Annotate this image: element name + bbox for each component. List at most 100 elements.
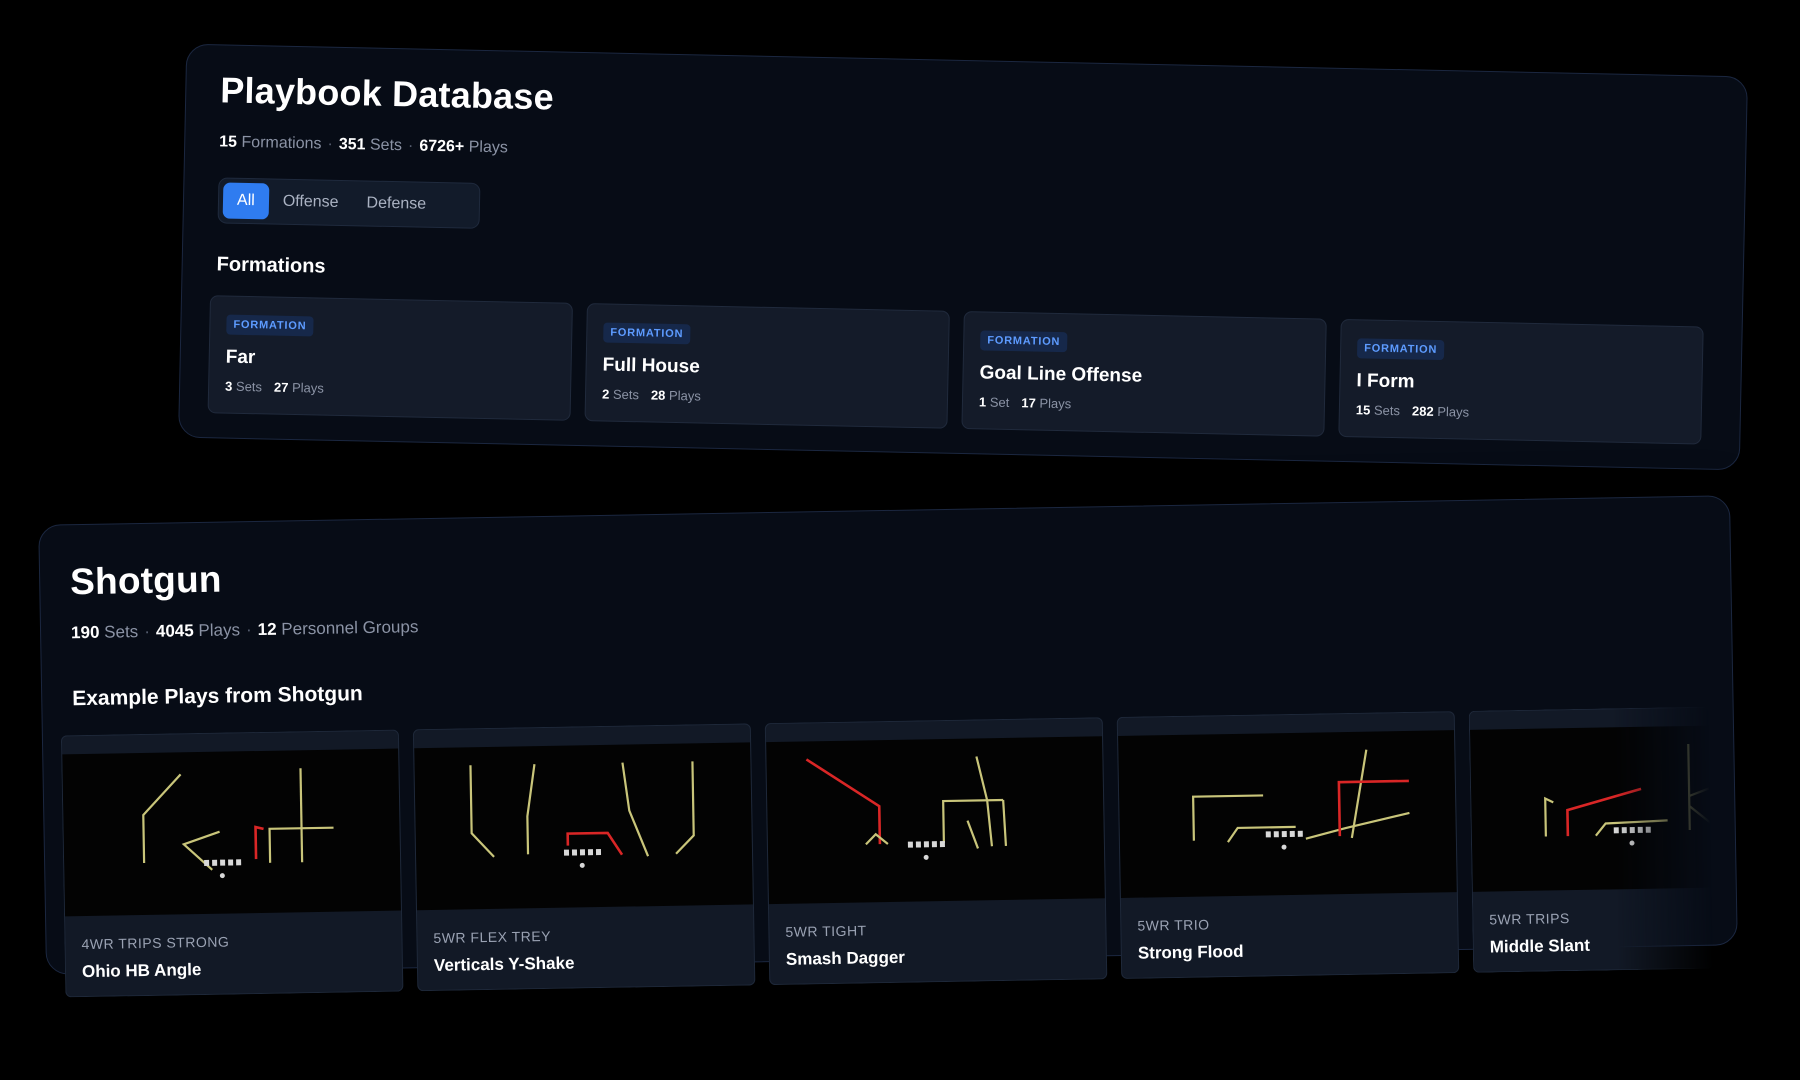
sets-label: Set xyxy=(989,394,1010,411)
plays-label: Plays xyxy=(1437,403,1470,420)
play-name: Verticals Y-Shake xyxy=(433,953,575,975)
play-card-smash-dagger[interactable]: 5WR TIGHT Smash Dagger xyxy=(764,717,1108,986)
route-line xyxy=(1002,799,1008,847)
lineman-marker xyxy=(1265,831,1271,838)
lineman-marker xyxy=(563,849,570,856)
formation-badge: FORMATION xyxy=(226,314,314,337)
lineman-marker xyxy=(204,859,210,866)
sets-label: Sets xyxy=(235,378,263,395)
lineman-marker xyxy=(907,841,913,848)
quarterback-marker xyxy=(219,873,225,879)
route-line-highlight xyxy=(254,825,264,860)
lineman-marker xyxy=(220,859,226,866)
route-line-highlight xyxy=(805,758,882,845)
formations-heading: Formations xyxy=(216,253,326,278)
formation-card-goal-line-offense[interactable]: FORMATION Goal Line Offense 1 Set 17 Play… xyxy=(961,311,1327,437)
stat-label: Personnel Groups xyxy=(281,617,419,639)
example-plays-list: 4WR TRIPS STRONG Ohio HB Angle 5WR FLEX … xyxy=(60,706,1725,998)
formation-card-i-form[interactable]: FORMATION I Form 15 Sets 282 Plays xyxy=(1338,318,1704,445)
quarterback-marker xyxy=(1629,840,1635,846)
shotgun-stats: 190 Sets · 4045 Plays · 12 Personnel Groups xyxy=(71,617,419,643)
formation-card-full-house[interactable]: FORMATION Full House 2 Sets 28 Plays xyxy=(584,303,950,429)
route-line xyxy=(865,832,889,846)
filter-offense-button[interactable]: Offense xyxy=(268,183,352,221)
route-line xyxy=(621,762,650,857)
play-card-verticals-y-shake[interactable]: 5WR FLEX TREY Verticals Y-Shake xyxy=(412,723,756,992)
plays-count: 282 xyxy=(1411,403,1434,419)
quarterback-marker xyxy=(923,854,929,860)
quarterback-marker xyxy=(579,862,585,868)
separator-dot: · xyxy=(327,135,334,153)
play-formation-label: 5WR TRIO xyxy=(1137,916,1210,934)
sets-count: 3 xyxy=(224,378,233,394)
play-formation-label: 5WR FLEX TREY xyxy=(433,927,552,946)
separator-dot: · xyxy=(245,620,252,640)
play-diagram xyxy=(414,742,753,911)
plays-label: Plays xyxy=(668,387,701,404)
formation-meta: 1 Set 17 Plays xyxy=(979,394,1072,411)
separator-dot: · xyxy=(144,621,151,641)
route-line xyxy=(1687,744,1691,831)
formation-meta: 3 Sets 27 Plays xyxy=(225,379,324,396)
route-line xyxy=(1688,805,1713,825)
lineman-marker xyxy=(228,859,234,866)
play-name: Smash Dagger xyxy=(785,947,906,969)
lineman-marker xyxy=(1629,826,1635,834)
formation-name: Goal Line Offense xyxy=(979,362,1143,387)
route-line xyxy=(1305,811,1410,840)
plays-count: 28 xyxy=(650,387,666,403)
stat-value: 190 xyxy=(70,622,100,643)
lineman-marker xyxy=(1621,827,1627,834)
route-line xyxy=(142,773,182,864)
play-diagram xyxy=(1118,730,1457,898)
lineman-marker xyxy=(923,841,929,848)
lineman-marker xyxy=(212,859,218,866)
formation-name: Full House xyxy=(602,354,700,378)
quarterback-marker xyxy=(1281,844,1287,850)
formation-card-far[interactable]: FORMATION Far 3 Sets 27 Plays xyxy=(207,295,573,421)
stat-label: Plays xyxy=(198,620,241,641)
play-card-middle-slant[interactable]: 5WR TRIPS Middle Slant xyxy=(1468,706,1714,973)
sets-count: 15 xyxy=(1355,402,1371,418)
route-line xyxy=(1688,786,1712,798)
route-line xyxy=(1192,794,1264,841)
play-diagram-svg xyxy=(142,768,334,879)
play-diagram xyxy=(1469,725,1713,892)
separator-dot: · xyxy=(407,137,414,155)
filter-defense-button[interactable]: Defense xyxy=(352,185,440,223)
play-formation-label: 5WR TRIPS xyxy=(1489,910,1570,928)
play-diagram-svg xyxy=(805,756,1008,860)
route-line xyxy=(526,764,536,855)
formation-name: I Form xyxy=(1356,370,1415,393)
lineman-marker xyxy=(1637,826,1643,833)
example-plays-heading: Example Plays from Shotgun xyxy=(72,682,363,711)
lineman-marker xyxy=(587,849,594,856)
formation-badge: FORMATION xyxy=(603,322,691,345)
play-diagram-svg xyxy=(1544,744,1713,846)
play-name: Ohio HB Angle xyxy=(81,960,202,982)
route-line xyxy=(1544,796,1554,837)
stat-value: 4045 xyxy=(155,621,194,641)
route-line xyxy=(299,768,304,863)
formation-meta: 2 Sets 28 Plays xyxy=(602,386,701,403)
play-name: Strong Flood xyxy=(1137,941,1244,963)
stat-label: Sets xyxy=(104,622,139,642)
filter-all-button[interactable]: All xyxy=(222,182,270,220)
lineman-marker xyxy=(1281,831,1287,838)
stat-label: Plays xyxy=(468,138,508,157)
play-formation-label: 5WR TIGHT xyxy=(785,922,867,940)
route-line xyxy=(675,761,695,855)
play-card-ohio-hb-angle[interactable]: 4WR TRIPS STRONG Ohio HB Angle xyxy=(60,729,404,998)
play-card-strong-flood[interactable]: 5WR TRIO Strong Flood xyxy=(1116,711,1460,979)
lineman-marker xyxy=(1289,830,1295,838)
sets-count: 2 xyxy=(601,386,610,402)
lineman-marker xyxy=(1297,830,1303,837)
stat-label: Formations xyxy=(241,133,322,153)
plays-label: Plays xyxy=(291,379,325,396)
route-line xyxy=(469,765,495,858)
play-diagram-svg xyxy=(1192,749,1410,850)
play-diagram xyxy=(62,748,401,917)
playbook-database-panel: Playbook Database 15 Formations · 351 Sets… xyxy=(178,43,1748,471)
lineman-marker xyxy=(1273,831,1279,838)
sets-label: Sets xyxy=(612,386,640,403)
